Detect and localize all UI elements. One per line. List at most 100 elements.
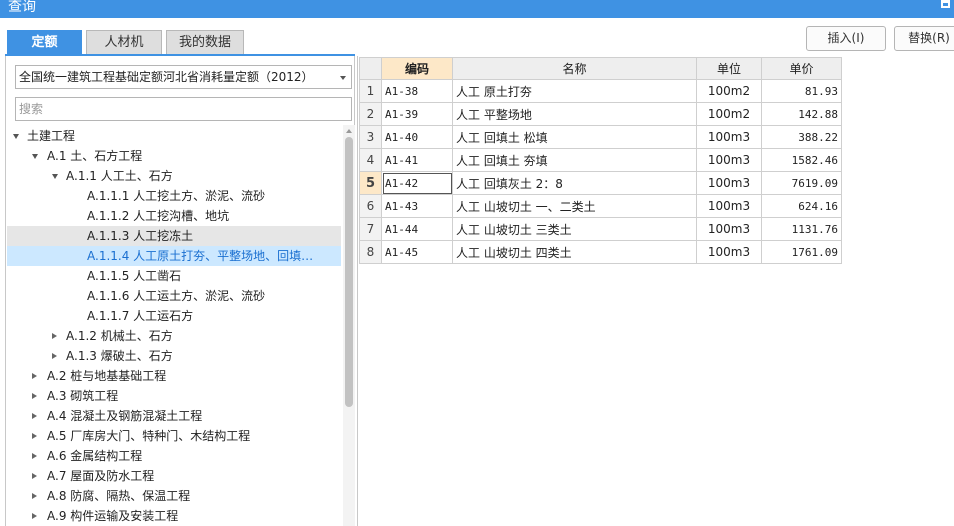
column-header-name[interactable]: 名称 [452, 57, 697, 80]
collapsed-arrow-icon[interactable] [52, 333, 57, 339]
tree-node[interactable]: A.1 土、石方工程 [7, 146, 341, 166]
cell-code[interactable]: A1-40 [381, 125, 453, 149]
cell-price[interactable]: 7619.09 [761, 171, 842, 195]
table-row[interactable]: 1 A1-38 人工 原土打夯 100m2 81.93 [359, 79, 842, 103]
collapsed-arrow-icon[interactable] [32, 413, 37, 419]
cell-code[interactable]: A1-38 [381, 79, 453, 103]
tree-node-label: A.5 厂库房大门、特种门、木结构工程 [47, 429, 251, 443]
tree-node[interactable]: 土建工程 [7, 126, 341, 146]
collapsed-arrow-icon[interactable] [32, 453, 37, 459]
cell-unit[interactable]: 100m3 [696, 194, 762, 218]
collapsed-arrow-icon[interactable] [32, 433, 37, 439]
cell-unit[interactable]: 100m3 [696, 125, 762, 149]
tree-node-label: A.1.2 机械土、石方 [66, 329, 173, 343]
cell-name[interactable]: 人工 回填土 松填 [452, 125, 697, 149]
tree-node[interactable]: A.9 构件运输及安装工程 [7, 506, 341, 526]
cell-name[interactable]: 人工 山坡切土 一、二类土 [452, 194, 697, 218]
table-row[interactable]: 4 A1-41 人工 回填土 夯填 100m3 1582.46 [359, 148, 842, 172]
right-panel: 编码 名称 单位 单价 1 A1-38 人工 原土打夯 100m2 81.93 2 A1-3… [357, 56, 954, 526]
tree-node[interactable]: A.8 防腐、隔热、保温工程 [7, 486, 341, 506]
tab-labor-material-machine[interactable]: 人材机 [86, 30, 162, 54]
tree-node[interactable]: A.1.1.1 人工挖土方、淤泥、流砂 [7, 186, 341, 206]
cell-code[interactable]: A1-42 [381, 171, 453, 195]
collapsed-arrow-icon[interactable] [32, 493, 37, 499]
row-number: 4 [359, 148, 382, 172]
tree-node[interactable]: A.5 厂库房大门、特种门、木结构工程 [7, 426, 341, 446]
quota-library-select[interactable]: 全国统一建筑工程基础定额河北省消耗量定额（2012） [15, 65, 352, 89]
cell-name[interactable]: 人工 山坡切土 四类土 [452, 240, 697, 264]
tree-node[interactable]: A.1.1.6 人工运土方、淤泥、流砂 [7, 286, 341, 306]
cell-name[interactable]: 人工 回填土 夯填 [452, 148, 697, 172]
tree-node[interactable]: A.1.1.2 人工挖沟槽、地坑 [7, 206, 341, 226]
tree-node[interactable]: A.1.1 人工土、石方 [7, 166, 341, 186]
tree-node[interactable]: A.3 砌筑工程 [7, 386, 341, 406]
tree-node[interactable]: A.6 金属结构工程 [7, 446, 341, 466]
scroll-up-icon[interactable] [346, 129, 352, 133]
expanded-arrow-icon[interactable] [52, 174, 58, 179]
table-row[interactable]: 8 A1-45 人工 山坡切土 四类土 100m3 1761.09 [359, 240, 842, 264]
column-header-unit[interactable]: 单位 [696, 57, 762, 80]
collapsed-arrow-icon[interactable] [32, 513, 37, 519]
collapsed-arrow-icon[interactable] [32, 373, 37, 379]
cell-price[interactable]: 388.22 [761, 125, 842, 149]
column-header-price[interactable]: 单价 [761, 57, 842, 80]
cell-price[interactable]: 1761.09 [761, 240, 842, 264]
cell-price[interactable]: 624.16 [761, 194, 842, 218]
cell-code[interactable]: A1-41 [381, 148, 453, 172]
tab-my-data[interactable]: 我的数据 [166, 30, 244, 54]
chapter-tree: 土建工程 A.1 土、石方工程 A.1.1 人工土、石方 A.1.1.1 人工挖土方、… [7, 125, 341, 526]
column-header-code[interactable]: 编码 [381, 57, 453, 80]
tree-node[interactable]: A.7 屋面及防水工程 [7, 466, 341, 486]
expanded-arrow-icon[interactable] [32, 154, 38, 159]
tree-scrollbar[interactable] [343, 125, 355, 526]
tree-node[interactable]: A.1.3 爆破土、石方 [7, 346, 341, 366]
replace-button[interactable]: 替换(R) [894, 26, 954, 51]
cell-name[interactable]: 人工 回填灰土 2：8 [452, 171, 697, 195]
table-row[interactable]: 5 A1-42 人工 回填灰土 2：8 100m3 7619.09 [359, 171, 842, 195]
tree-node-label: A.6 金属结构工程 [47, 449, 143, 463]
tree-node-label: A.4 混凝土及钢筋混凝土工程 [47, 409, 203, 423]
cell-price[interactable]: 1582.46 [761, 148, 842, 172]
cell-code[interactable]: A1-39 [381, 102, 453, 126]
collapsed-arrow-icon[interactable] [32, 473, 37, 479]
cell-price[interactable]: 142.88 [761, 102, 842, 126]
cell-price[interactable]: 1131.76 [761, 217, 842, 241]
expanded-arrow-icon[interactable] [13, 134, 19, 139]
tree-node[interactable]: A.1.2 机械土、石方 [7, 326, 341, 346]
cell-code[interactable]: A1-44 [381, 217, 453, 241]
cell-code[interactable]: A1-43 [381, 194, 453, 218]
collapsed-arrow-icon[interactable] [32, 393, 37, 399]
table-row[interactable]: 7 A1-44 人工 山坡切土 三类土 100m3 1131.76 [359, 217, 842, 241]
cell-unit[interactable]: 100m2 [696, 102, 762, 126]
cell-unit[interactable]: 100m2 [696, 79, 762, 103]
table-row[interactable]: 3 A1-40 人工 回填土 松填 100m3 388.22 [359, 125, 842, 149]
table-row[interactable]: 6 A1-43 人工 山坡切土 一、二类土 100m3 624.16 [359, 194, 842, 218]
chevron-down-icon [340, 76, 346, 80]
tree-node[interactable]: A.1.1.3 人工挖冻土 [7, 226, 341, 246]
tree-node[interactable]: A.4 混凝土及钢筋混凝土工程 [7, 406, 341, 426]
cell-unit[interactable]: 100m3 [696, 217, 762, 241]
table-row[interactable]: 2 A1-39 人工 平整场地 100m2 142.88 [359, 102, 842, 126]
title-bar: 查询 [0, 0, 954, 18]
cell-unit[interactable]: 100m3 [696, 171, 762, 195]
tree-node[interactable]: A.1.1.5 人工凿石 [7, 266, 341, 286]
insert-button[interactable]: 插入(I) [806, 26, 886, 51]
tree-node-label: A.1.1.7 人工运石方 [87, 309, 194, 323]
search-input[interactable] [15, 97, 352, 121]
cell-unit[interactable]: 100m3 [696, 240, 762, 264]
cell-name[interactable]: 人工 原土打夯 [452, 79, 697, 103]
scrollbar-thumb[interactable] [345, 137, 353, 407]
cell-unit[interactable]: 100m3 [696, 148, 762, 172]
cell-price[interactable]: 81.93 [761, 79, 842, 103]
tree-node[interactable]: A.2 桩与地基基础工程 [7, 366, 341, 386]
tree-node-label: A.7 屋面及防水工程 [47, 469, 155, 483]
cell-name[interactable]: 人工 山坡切土 三类土 [452, 217, 697, 241]
cell-code[interactable]: A1-45 [381, 240, 453, 264]
tab-quota[interactable]: 定额 [7, 30, 82, 54]
cell-name[interactable]: 人工 平整场地 [452, 102, 697, 126]
collapsed-arrow-icon[interactable] [52, 353, 57, 359]
maximize-icon[interactable] [941, 0, 950, 8]
tree-node[interactable]: A.1.1.7 人工运石方 [7, 306, 341, 326]
tree-node[interactable]: A.1.1.4 人工原土打夯、平整场地、回填… [7, 246, 341, 266]
tree-node-label: A.1.1.3 人工挖冻土 [87, 229, 194, 243]
